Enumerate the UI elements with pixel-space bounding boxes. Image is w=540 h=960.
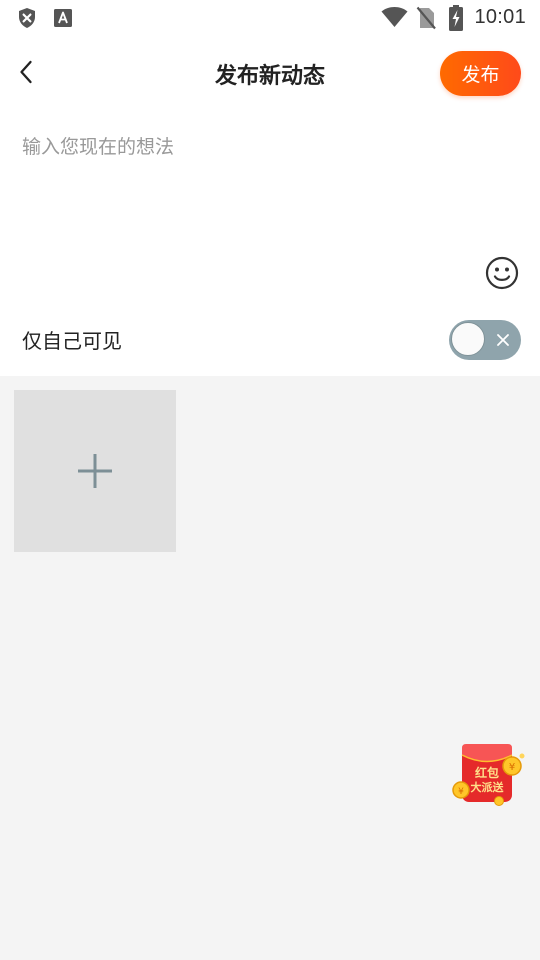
- status-time: 10:01: [474, 6, 526, 28]
- battery-charging-icon: [449, 5, 463, 31]
- privacy-label: 仅自己可见: [22, 331, 122, 353]
- close-icon: [497, 334, 509, 346]
- no-sim-icon: [416, 6, 436, 30]
- status-bar: 10:01: [0, 0, 540, 36]
- post-text-input[interactable]: [22, 132, 472, 272]
- privacy-toggle[interactable]: [449, 320, 521, 360]
- app-header: 发布新动态 发布: [0, 36, 540, 110]
- shield-x-icon: [19, 8, 35, 28]
- promo-text-line1: 红包: [475, 765, 499, 780]
- smiley-icon[interactable]: [485, 256, 519, 290]
- text-a-icon: [54, 9, 72, 27]
- plus-icon: [78, 454, 112, 488]
- toggle-knob: [451, 322, 485, 356]
- red-packet-promo-icon[interactable]: ¥ ¥ 红包 大派送: [452, 740, 526, 806]
- compose-section: 仅自己可见: [0, 110, 540, 376]
- svg-text:¥: ¥: [458, 787, 464, 797]
- privacy-row: 仅自己可见: [0, 306, 540, 376]
- promo-text-line2: 大派送: [471, 780, 505, 794]
- add-photo-button[interactable]: [14, 390, 176, 552]
- wifi-icon: [381, 7, 408, 27]
- svg-text:¥: ¥: [509, 762, 515, 773]
- publish-button[interactable]: 发布: [440, 51, 521, 96]
